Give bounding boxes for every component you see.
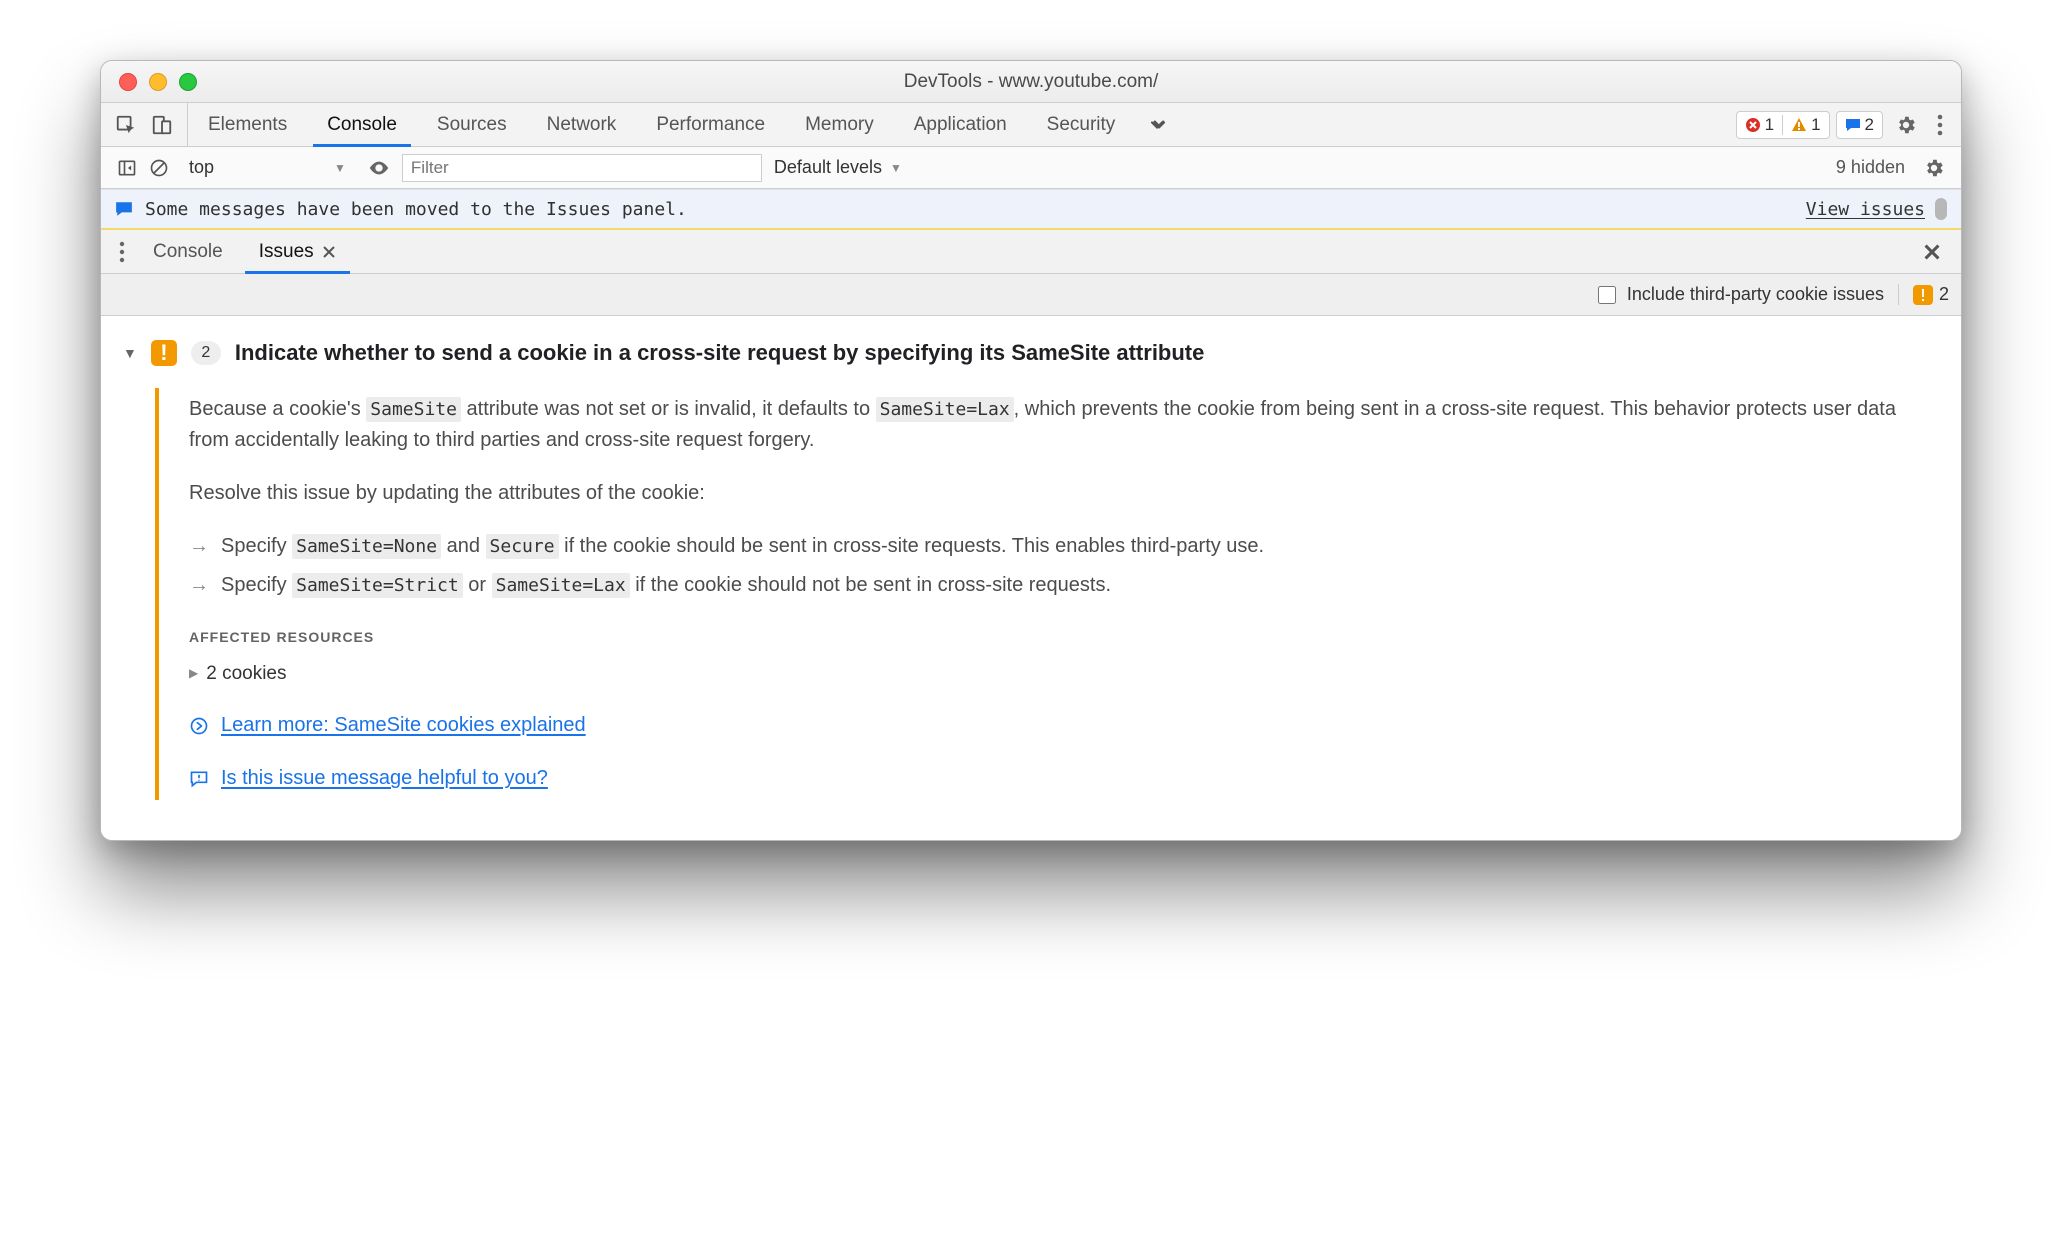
tab-security[interactable]: Security xyxy=(1027,103,1136,146)
bullet-arrow-icon: → xyxy=(189,531,209,562)
message-count: 2 xyxy=(1865,115,1874,135)
message-icon xyxy=(1845,117,1861,133)
code-secure: Secure xyxy=(486,534,559,559)
dropdown-caret-icon: ▼ xyxy=(890,161,902,175)
view-issues-link[interactable]: View issues xyxy=(1806,199,1925,220)
issue-header[interactable]: ▼ ! 2 Indicate whether to send a cookie … xyxy=(123,340,1939,366)
drawer-tab-console[interactable]: Console xyxy=(135,230,241,273)
window-traffic-lights xyxy=(119,73,197,91)
issues-banner: Some messages have been moved to the Iss… xyxy=(101,189,1961,230)
issue-severity-icon: ! xyxy=(151,340,177,366)
issue-bullet: → Specify SameSite=None and Secure if th… xyxy=(189,531,1925,562)
code-samesite-strict: SameSite=Strict xyxy=(292,573,463,598)
issue-paragraph: Because a cookie's SameSite attribute wa… xyxy=(189,394,1925,456)
more-tabs-button[interactable] xyxy=(1135,103,1181,146)
affected-resources-label: AFFECTED RESOURCES xyxy=(189,627,1925,649)
drawer-close-button[interactable] xyxy=(1911,230,1953,273)
issue-warning-icon xyxy=(1913,285,1933,305)
console-sidebar-toggle-icon[interactable] xyxy=(117,158,137,178)
issue-detail: Because a cookie's SameSite attribute wa… xyxy=(155,388,1939,800)
tab-application[interactable]: Application xyxy=(894,103,1027,146)
tab-console[interactable]: Console xyxy=(307,103,417,146)
more-menu-icon[interactable] xyxy=(1929,114,1951,136)
total-issues-count: 2 xyxy=(1939,284,1949,305)
message-icon xyxy=(115,200,133,218)
issue-title: Indicate whether to send a cookie in a c… xyxy=(235,340,1205,366)
issue-occurrence-count: 2 xyxy=(191,341,221,365)
main-toolbar: Elements Console Sources Network Perform… xyxy=(101,103,1961,147)
settings-gear-icon[interactable] xyxy=(1889,114,1923,136)
console-settings-gear-icon[interactable] xyxy=(1917,157,1951,179)
window-close-button[interactable] xyxy=(119,73,137,91)
issues-panel: ▼ ! 2 Indicate whether to send a cookie … xyxy=(101,316,1961,840)
inspect-element-icon[interactable] xyxy=(115,114,137,136)
tab-memory[interactable]: Memory xyxy=(785,103,894,146)
device-toggle-icon[interactable] xyxy=(151,114,173,136)
external-link-icon xyxy=(189,716,209,736)
execution-context-selector[interactable]: top ▼ xyxy=(187,157,356,178)
dropdown-caret-icon: ▼ xyxy=(334,161,346,175)
affected-resources-text: 2 cookies xyxy=(206,659,286,688)
close-tab-icon[interactable] xyxy=(322,245,336,259)
disclosure-caret-icon: ▶ xyxy=(189,664,198,683)
drawer-tab-label: Issues xyxy=(259,241,314,263)
messages-counter[interactable]: 2 xyxy=(1836,111,1883,139)
status-counters[interactable]: 1 1 xyxy=(1736,111,1830,139)
log-levels-label: Default levels xyxy=(774,157,882,178)
code-samesite-lax: SameSite=Lax xyxy=(492,573,630,598)
learn-more-row: Learn more: SameSite cookies explained xyxy=(189,710,1925,741)
tab-sources[interactable]: Sources xyxy=(417,103,527,146)
window-minimize-button[interactable] xyxy=(149,73,167,91)
drawer-tabs: Console Issues xyxy=(101,230,1961,274)
error-count: 1 xyxy=(1765,115,1774,135)
filter-input[interactable] xyxy=(402,154,762,182)
devtools-window: DevTools - www.youtube.com/ Elements Con… xyxy=(100,60,1962,841)
window-title: DevTools - www.youtube.com/ xyxy=(904,71,1159,93)
code-samesite: SameSite xyxy=(366,397,461,422)
disclosure-caret-icon: ▼ xyxy=(123,345,137,361)
console-toolbar: top ▼ Default levels ▼ 9 hidden xyxy=(101,147,1961,189)
hidden-count[interactable]: 9 hidden xyxy=(1836,157,1905,178)
checkbox-input[interactable] xyxy=(1598,286,1616,304)
execution-context-label: top xyxy=(189,157,214,178)
warning-count: 1 xyxy=(1811,115,1820,135)
live-expression-icon[interactable] xyxy=(368,157,390,179)
error-icon xyxy=(1745,117,1761,133)
scrollbar-thumb[interactable] xyxy=(1935,198,1947,220)
third-party-cookie-checkbox[interactable]: Include third-party cookie issues xyxy=(1594,283,1884,307)
warning-icon xyxy=(1791,117,1807,133)
code-samesite-none: SameSite=None xyxy=(292,534,441,559)
tab-performance[interactable]: Performance xyxy=(636,103,785,146)
tab-elements[interactable]: Elements xyxy=(188,103,307,146)
code-samesite-lax: SameSite=Lax xyxy=(876,397,1014,422)
feedback-icon xyxy=(189,769,209,789)
drawer-more-icon[interactable] xyxy=(109,230,135,273)
drawer-tab-issues[interactable]: Issues xyxy=(241,230,354,273)
log-levels-selector[interactable]: Default levels ▼ xyxy=(774,157,902,178)
issue-bullet: → Specify SameSite=Strict or SameSite=La… xyxy=(189,570,1925,601)
clear-console-icon[interactable] xyxy=(149,158,169,178)
learn-more-link[interactable]: Learn more: SameSite cookies explained xyxy=(221,710,586,741)
tab-network[interactable]: Network xyxy=(527,103,637,146)
checkbox-label: Include third-party cookie issues xyxy=(1627,284,1884,305)
window-titlebar: DevTools - www.youtube.com/ xyxy=(101,61,1961,103)
total-issues-indicator: 2 xyxy=(1898,284,1949,305)
affected-resources-row[interactable]: ▶ 2 cookies xyxy=(189,659,1925,688)
bullet-arrow-icon: → xyxy=(189,570,209,601)
feedback-link[interactable]: Is this issue message helpful to you? xyxy=(221,763,548,794)
issues-options-bar: Include third-party cookie issues 2 xyxy=(101,274,1961,316)
issue-paragraph: Resolve this issue by updating the attri… xyxy=(189,478,1925,509)
banner-text: Some messages have been moved to the Iss… xyxy=(145,199,687,220)
window-zoom-button[interactable] xyxy=(179,73,197,91)
main-tabs: Elements Console Sources Network Perform… xyxy=(188,103,1135,146)
feedback-row: Is this issue message helpful to you? xyxy=(189,763,1925,794)
